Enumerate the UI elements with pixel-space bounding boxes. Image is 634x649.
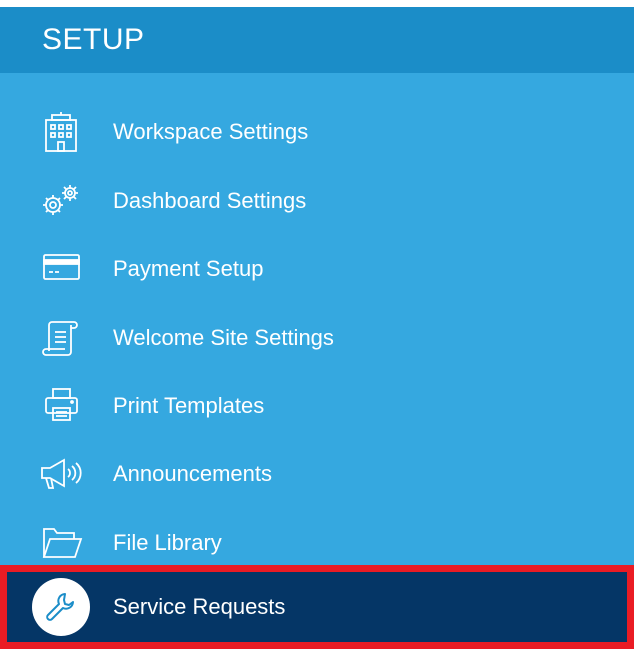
- menu-item-dashboard-settings[interactable]: Dashboard Settings: [0, 167, 634, 235]
- menu-item-label: Welcome Site Settings: [113, 325, 334, 350]
- scroll-icon: [38, 318, 86, 358]
- credit-card-icon: [38, 249, 86, 289]
- menu-item-label: Announcements: [113, 461, 272, 486]
- menu-item-service-requests[interactable]: Service Requests: [0, 565, 634, 649]
- setup-panel: SETUP Workspace Settings Dashboard Setti…: [0, 7, 634, 649]
- menu-item-label: Workspace Settings: [113, 119, 309, 144]
- building-icon: [38, 112, 86, 152]
- menu-item-label: Service Requests: [113, 594, 286, 619]
- menu-item-workspace-settings[interactable]: Workspace Settings: [0, 98, 634, 166]
- menu-item-label: Payment Setup: [113, 256, 264, 281]
- menu-item-welcome-site-settings[interactable]: Welcome Site Settings: [0, 304, 634, 372]
- page-title: SETUP: [42, 23, 145, 56]
- printer-icon: [38, 386, 86, 426]
- menu-item-label: Dashboard Settings: [113, 188, 307, 213]
- menu-item-label: Print Templates: [113, 393, 265, 418]
- menu-item-print-templates[interactable]: Print Templates: [0, 372, 634, 440]
- gears-icon: [38, 181, 86, 221]
- menu-item-payment-setup[interactable]: Payment Setup: [0, 235, 634, 303]
- folder-icon: [38, 523, 86, 563]
- megaphone-icon: [38, 454, 86, 494]
- wrench-icon: [32, 578, 90, 636]
- setup-header: SETUP: [0, 7, 634, 73]
- menu-item-announcements[interactable]: Announcements: [0, 440, 634, 508]
